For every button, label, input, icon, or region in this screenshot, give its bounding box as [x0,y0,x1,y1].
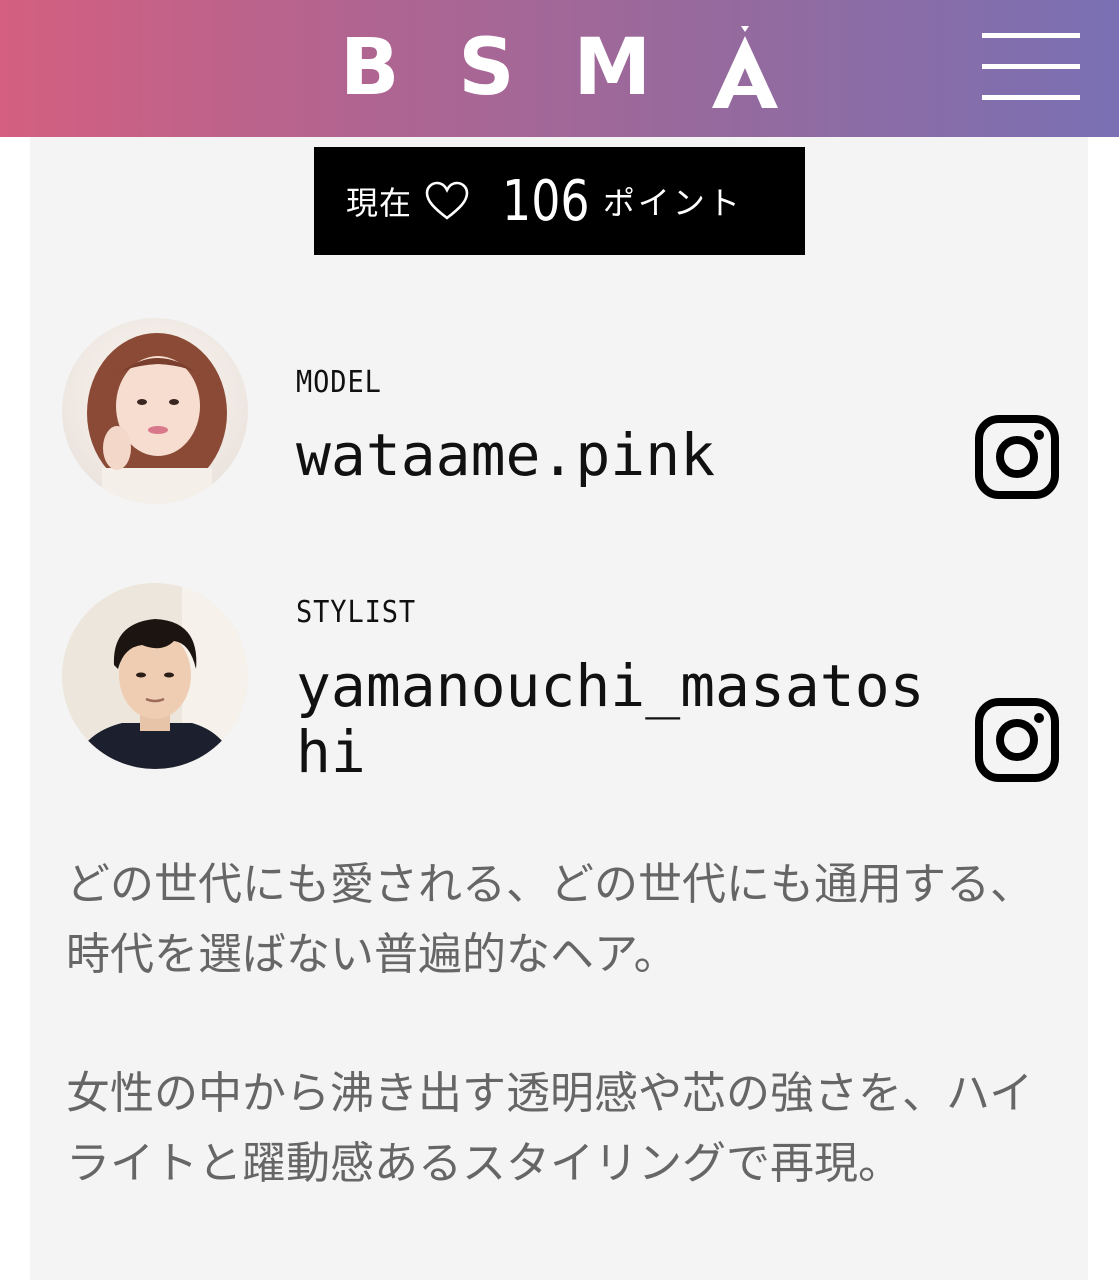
main-content: 現在 106 ポイント MODEL wataame.pink STYLIST y… [30,137,1088,1280]
stylist-role-label: STYLIST [296,595,417,630]
description-paragraph-1: どの世代にも愛される、どの世代にも通用する、時代を選ばない普遍的なヘア。 [66,859,1034,980]
heart-outline-icon [425,181,469,220]
menu-bar-top [982,33,1080,38]
app-header: B S M [0,0,1119,137]
description-paragraph-2: 女性の中から沸き出す透明感や芯の強さを、ハイライトと躍動感あるスタイリングで再現… [66,1068,1034,1189]
logo-letter-m: M [573,23,652,113]
logo-letter-b: B [340,23,400,113]
hamburger-menu-icon[interactable] [982,33,1080,103]
logo-letter-s: S [458,23,515,113]
model-avatar[interactable] [62,318,248,504]
bsma-logo[interactable]: B S M [340,23,780,113]
model-handle[interactable]: wataame.pink [296,422,936,488]
stylist-avatar[interactable] [62,583,248,769]
points-badge: 現在 106 ポイント [314,147,805,255]
model-instagram-icon[interactable] [975,415,1059,499]
model-photo [62,318,248,504]
menu-bar-middle [982,64,1080,69]
stylist-handle[interactable]: yamanouchi_masatoshi [296,653,936,785]
points-value: 106 [502,168,590,234]
menu-bar-bottom [982,95,1080,100]
stylist-photo [62,583,248,769]
stylist-instagram-icon[interactable] [975,698,1059,782]
points-unit: ポイント [602,184,743,222]
logo-letter-a-icon [711,26,778,108]
model-role-label: MODEL [296,365,382,400]
points-label: 現在 [346,184,413,222]
